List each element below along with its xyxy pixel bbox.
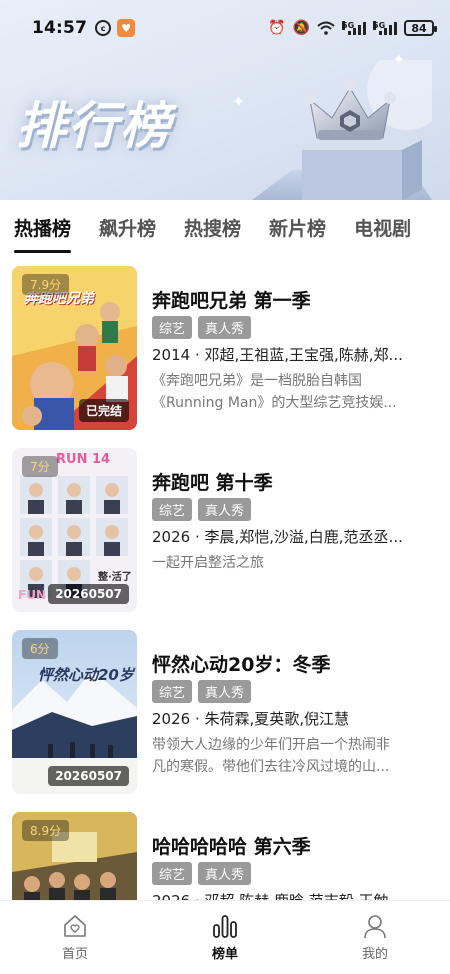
poster-image[interactable]: 怦然心动20岁 6分 20260507: [12, 630, 137, 794]
ranking-tabs: 热播榜 飙升榜 热搜榜 新片榜 电视剧: [0, 200, 450, 254]
score-badge: 6分: [22, 638, 58, 659]
genre-tag: 综艺: [152, 316, 193, 339]
show-meta: 2014 · 邓超,王祖蓝,王宝强,陈赫,郑...: [152, 346, 403, 364]
wifi-icon: [317, 21, 335, 35]
banner-title: 排行榜: [16, 97, 172, 155]
app-notification-icon: c: [95, 20, 112, 36]
show-meta: 2026 · 朱荷霖,夏英歌,倪江慧: [152, 710, 350, 728]
genre-tag: 真人秀: [198, 498, 252, 521]
show-title[interactable]: 奔跑吧 第十季: [152, 468, 273, 495]
alarm-icon: ⏰: [268, 20, 286, 36]
poster-image[interactable]: RUN 14 整·活了 FUN 7分 20260507: [12, 448, 137, 612]
show-title[interactable]: 奔跑吧兄弟 第一季: [152, 286, 311, 313]
chart-icon: [213, 915, 237, 938]
tab-tv-series[interactable]: 电视剧: [354, 214, 411, 241]
genre-tag: 真人秀: [198, 680, 252, 703]
signal-icon-2: 5G: [373, 21, 397, 35]
genre-tag: 综艺: [152, 862, 193, 885]
poster-logo: 怦然心动20岁: [38, 666, 134, 684]
nav-ranking[interactable]: 榜单: [150, 901, 300, 974]
poster-caption: 整·活了: [98, 572, 132, 583]
ranking-list: 奔跑吧兄弟 7.9分 已完结 奔跑吧兄弟 第一季 综艺 真人秀 2014 · 邓…: [0, 266, 450, 900]
show-title[interactable]: 怦然心动20岁：冬季: [152, 650, 330, 677]
status-badge: 已完结: [78, 399, 129, 422]
mute-icon: 🔕: [292, 20, 310, 36]
header-banner: 14:57 c ♥ ⏰ 🔕 5G 5G 84 排行榜 ✦ ✦: [0, 0, 450, 200]
list-item[interactable]: 奔跑吧兄弟 7.9分 已完结 奔跑吧兄弟 第一季 综艺 真人秀 2014 · 邓…: [0, 266, 450, 430]
status-bar: 14:57 c ♥ ⏰ 🔕 5G 5G 84: [0, 0, 450, 56]
nav-home-label: 首页: [61, 947, 88, 962]
show-meta: 2026 · 邓超,陈赫,鹿晗,范志毅,王勉: [152, 890, 434, 900]
user-icon: [364, 915, 386, 939]
poster-logo: RUN 14: [56, 452, 111, 467]
score-badge: 8.9分: [22, 820, 70, 841]
date-badge: 20260507: [48, 584, 129, 604]
bottom-nav: 首页 榜单 我的: [0, 900, 450, 974]
genre-tag: 综艺: [152, 498, 193, 521]
list-item[interactable]: 8.9分 哈哈哈哈哈 第六季 综艺 真人秀 2026 · 邓超,陈赫,鹿晗,范志…: [0, 812, 450, 900]
poster-image[interactable]: 8.9分: [12, 812, 137, 900]
app-heart-icon: ♥: [117, 19, 136, 37]
show-title[interactable]: 哈哈哈哈哈 第六季: [152, 832, 311, 859]
nav-ranking-label: 榜单: [211, 947, 238, 962]
nav-home[interactable]: 首页: [0, 901, 150, 974]
show-description: 《奔跑吧兄弟》是一档脱胎自韩国 《Running Man》的大型综艺竞技娱...: [152, 373, 397, 411]
tab-new-release[interactable]: 新片榜: [269, 214, 326, 241]
score-badge: 7分: [22, 456, 58, 477]
signal-icon-1: 5G: [342, 21, 366, 35]
genre-tag: 真人秀: [198, 862, 252, 885]
genre-tag: 综艺: [152, 680, 193, 703]
score-badge: 7.9分: [22, 274, 70, 295]
tab-hot-play[interactable]: 热播榜: [14, 214, 72, 253]
show-description: 带领大人边缘的少年们开启一个热闹非 凡的寒假。带他们去往冷风过境的山...: [152, 737, 390, 775]
show-meta: 2026 · 李晨,郑恺,沙溢,白鹿,范丞丞...: [152, 528, 403, 546]
crown-icon: [252, 60, 432, 200]
date-badge: 20260507: [48, 766, 129, 786]
show-description: 一起开启整活之旅: [152, 555, 264, 571]
tab-rising[interactable]: 飙升榜: [99, 214, 156, 241]
list-item[interactable]: 怦然心动20岁 6分 20260507 怦然心动20岁：冬季 综艺 真人秀 20…: [0, 630, 450, 794]
poster-caption: FUN: [18, 588, 46, 602]
genre-tag: 真人秀: [198, 316, 252, 339]
nav-profile[interactable]: 我的: [300, 901, 450, 974]
home-icon: [64, 915, 86, 937]
tab-hot-search[interactable]: 热搜榜: [184, 214, 241, 241]
battery-icon: 84: [404, 20, 437, 36]
nav-profile-label: 我的: [361, 947, 388, 962]
poster-image[interactable]: 奔跑吧兄弟 7.9分 已完结: [12, 266, 137, 430]
status-time: 14:57: [32, 18, 88, 38]
list-item[interactable]: RUN 14 整·活了 FUN 7分 20260507 奔跑吧 第十季 综艺 真…: [0, 448, 450, 612]
